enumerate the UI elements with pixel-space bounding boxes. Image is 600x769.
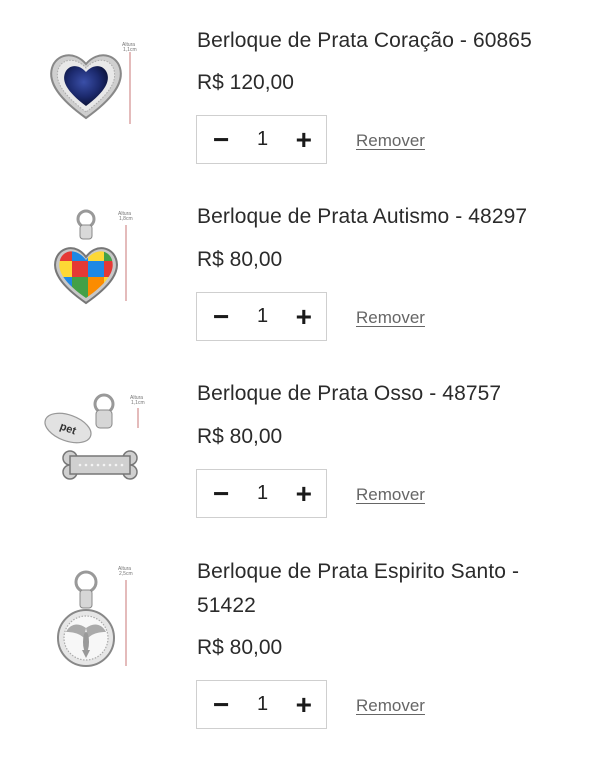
remove-link[interactable]: Remover — [356, 696, 425, 716]
product-price: R$ 80,00 — [197, 248, 283, 271]
quantity-input[interactable]: 1 — [248, 693, 278, 716]
quantity-stepper: − 1 + — [196, 680, 327, 729]
product-image[interactable]: Altura 1,8cm — [38, 205, 160, 317]
quantity-stepper: − 1 + — [196, 115, 327, 164]
product-name[interactable]: Berloque de Prata Osso - 48757 — [197, 377, 557, 411]
image-height-value: 2,5cm — [119, 571, 133, 577]
product-image[interactable]: Altura 1,1cm — [38, 36, 160, 132]
increment-button[interactable]: + — [296, 302, 312, 331]
product-image[interactable]: pet Altura 1,1cm — [38, 380, 160, 490]
image-height-value: 1,8cm — [119, 216, 133, 222]
product-price: R$ 120,00 — [197, 71, 294, 94]
quantity-stepper: − 1 + — [196, 469, 327, 518]
increment-button[interactable]: + — [296, 125, 312, 154]
image-height-value: 1,1cm — [131, 400, 145, 406]
product-name[interactable]: Berloque de Prata Espirito Santo - 51422 — [197, 555, 557, 623]
quantity-input[interactable]: 1 — [248, 128, 278, 151]
quantity-input[interactable]: 1 — [248, 482, 278, 505]
remove-link[interactable]: Remover — [356, 308, 425, 328]
decrement-button[interactable]: − — [213, 479, 229, 508]
remove-link[interactable]: Remover — [356, 485, 425, 505]
increment-button[interactable]: + — [296, 690, 312, 719]
increment-button[interactable]: + — [296, 479, 312, 508]
remove-link[interactable]: Remover — [356, 131, 425, 151]
product-price: R$ 80,00 — [197, 636, 283, 659]
decrement-button[interactable]: − — [213, 690, 229, 719]
product-image[interactable]: Altura 2,5cm — [38, 562, 160, 678]
decrement-button[interactable]: − — [213, 125, 229, 154]
product-price: R$ 80,00 — [197, 425, 283, 448]
product-name[interactable]: Berloque de Prata Coração - 60865 — [197, 24, 557, 58]
decrement-button[interactable]: − — [213, 302, 229, 331]
quantity-stepper: − 1 + — [196, 292, 327, 341]
quantity-input[interactable]: 1 — [248, 305, 278, 328]
image-height-value: 1,1cm — [123, 47, 137, 53]
product-name[interactable]: Berloque de Prata Autismo - 48297 — [197, 200, 557, 234]
